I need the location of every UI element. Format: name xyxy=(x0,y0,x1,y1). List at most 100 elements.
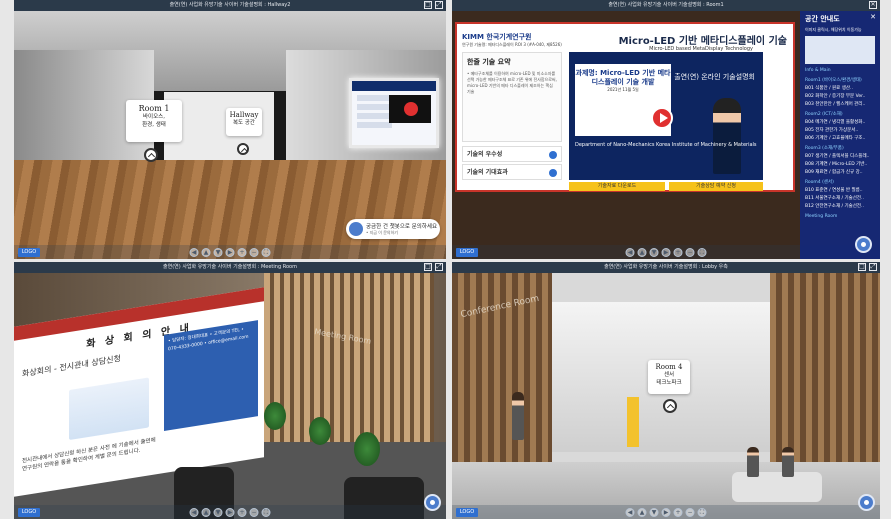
nav-up-icon[interactable]: ▲ xyxy=(201,508,211,517)
lobby-pane: 출연(연) 사업화 유망기술 사이버 기술설명회 : Lobby 우측 □ ⤢ C… xyxy=(452,262,880,519)
panel-item[interactable]: Meeting Room xyxy=(800,213,880,221)
expand-icon[interactable]: ⤢ xyxy=(435,263,443,271)
panel-hint: 이미지 클릭시, 해당위치 이동가능 xyxy=(805,27,862,32)
fullscreen-icon[interactable]: □ xyxy=(858,263,866,271)
zoom-out-icon[interactable]: − xyxy=(685,248,695,257)
consult-button[interactable]: 기술상담 예약 신청 xyxy=(669,182,763,191)
play-icon[interactable] xyxy=(651,107,673,129)
nav-left-icon[interactable]: ◀ xyxy=(625,248,635,257)
close-icon[interactable]: ✕ xyxy=(869,1,877,9)
nav-down-icon[interactable]: ▼ xyxy=(213,508,223,517)
wood-slat-wall xyxy=(264,273,434,453)
quad-screenshot: 출연(연) 사업화 유망기술 사이버 기술설명회 : Hallway2 □ ⤢ R… xyxy=(0,0,891,519)
sofa xyxy=(732,472,822,502)
panel-item[interactable]: B01 식품안 / 원료 생산.. xyxy=(800,85,880,93)
plus-icon[interactable] xyxy=(549,151,557,159)
chatbot-message: 궁금한 건 챗봇으로 문의하세요 xyxy=(366,224,438,230)
panel-item[interactable]: B05 전자 관한가 가상문서.. xyxy=(800,127,880,135)
room4-sign[interactable]: Room 4 센서 테크노파크 xyxy=(648,360,690,394)
chatbot-pill[interactable]: 궁금한 건 챗봇으로 문의하세요 • 지금 이 문의하기 xyxy=(346,219,440,239)
nav-left-icon[interactable]: ◀ xyxy=(189,508,199,517)
panel-item[interactable]: B02 화학안 / 증기장 부문 Ver.. xyxy=(800,93,880,101)
play-icon[interactable] xyxy=(389,95,431,123)
video-slide-date: 2021년 11월 5일 xyxy=(607,87,639,92)
nav-down-icon[interactable]: ▼ xyxy=(649,248,659,257)
panel-item[interactable]: B10 표준연 / 연성물 반 필름.. xyxy=(800,187,880,195)
presentation-video[interactable]: 과제명: Micro-LED 기반 메타 디스플레이 기술 개발 2021년 1… xyxy=(569,52,763,180)
room1-title: Room 1 xyxy=(138,104,170,113)
help-icon[interactable] xyxy=(424,494,441,511)
hallway-line: 복도 공간 xyxy=(233,120,255,126)
panel-item[interactable]: B08 기계연 / Micro-LED 기반.. xyxy=(800,161,880,169)
nav-right-icon[interactable]: ▶ xyxy=(225,508,235,517)
fullscreen-toggle-icon[interactable]: ⛶ xyxy=(697,248,707,257)
expand-icon[interactable]: ⤢ xyxy=(869,263,877,271)
accordion-effect[interactable]: 기술의 기대효과 xyxy=(462,164,562,180)
nav-right-icon[interactable]: ▶ xyxy=(661,248,671,257)
zoom-out-icon[interactable]: − xyxy=(685,508,695,517)
hallway-sign[interactable]: Hallway 복도 공간 xyxy=(226,108,262,136)
panel-item[interactable]: B12 안전연구소재 / 기술선전.. xyxy=(800,203,880,211)
plus-icon[interactable] xyxy=(549,169,557,177)
contact-box: • 담당자: 정대희대표 • 고객문의 TEL • 070-4333-0000 … xyxy=(164,320,258,432)
floor-map[interactable] xyxy=(805,36,875,64)
room1-hotspot-icon[interactable] xyxy=(144,148,158,162)
accordion-excellence[interactable]: 기술의 우수성 xyxy=(462,146,562,162)
nav-up-icon[interactable]: ▲ xyxy=(201,248,211,257)
zoom-in-icon[interactable]: + xyxy=(237,508,247,517)
panel-item[interactable]: Room1 (바이오스/환경/생태) xyxy=(800,77,880,85)
corner-logo: LOGO xyxy=(456,248,478,257)
fullscreen-toggle-icon[interactable]: ⛶ xyxy=(261,248,271,257)
hallway-hotspot-icon[interactable] xyxy=(237,143,249,155)
nav-down-icon[interactable]: ▼ xyxy=(649,508,659,517)
panel-item[interactable]: B04 메가연 / 냉각열 을활성화.. xyxy=(800,119,880,127)
zoom-out-icon[interactable]: − xyxy=(249,248,259,257)
panel-item[interactable]: B09 재료연 / 합금가 신규 강.. xyxy=(800,169,880,177)
nav-right-icon[interactable]: ▶ xyxy=(225,248,235,257)
chatbot-sub: • 지금 이 문의하기 xyxy=(366,230,398,235)
bottom-toolbar: LOGO ◀ ▲ ▼ ▶ + − ⛶ xyxy=(452,505,880,519)
fullscreen-icon[interactable]: □ xyxy=(424,1,432,9)
zoom-in-icon[interactable]: + xyxy=(673,248,683,257)
panel-item[interactable]: B03 천안한안 / 헬스케어 관리.. xyxy=(800,101,880,109)
exhibit-screen: KIMM 한국기계연구원 연구원 기술명: 메타디스플레이 ROI 3 (#A-… xyxy=(455,22,795,192)
fullscreen-icon[interactable]: □ xyxy=(424,263,432,271)
corner-logo: LOGO xyxy=(456,508,478,517)
panel-item[interactable]: Room2 (ICT/소재) xyxy=(800,111,880,119)
nav-left-icon[interactable]: ◀ xyxy=(189,248,199,257)
download-button[interactable]: 기술자료 다운로드 xyxy=(569,182,665,191)
help-icon[interactable] xyxy=(858,494,875,511)
panel-item[interactable]: B07 생기연 / 플렉서블 디스플레.. xyxy=(800,153,880,161)
panel-close-icon[interactable]: ✕ xyxy=(870,13,876,21)
panel-item[interactable]: B11 서울연구소재 / 기술선전.. xyxy=(800,195,880,203)
exhibit-poster[interactable] xyxy=(349,78,439,148)
nav-up-icon[interactable]: ▲ xyxy=(637,508,647,517)
nav-down-icon[interactable]: ▼ xyxy=(213,248,223,257)
nav-up-icon[interactable]: ▲ xyxy=(637,248,647,257)
panel-item[interactable]: Room3 (소재/부품) xyxy=(800,145,880,153)
zoom-in-icon[interactable]: + xyxy=(237,248,247,257)
panel-item[interactable]: Info & Main xyxy=(800,67,880,75)
zoom-in-icon[interactable]: + xyxy=(673,508,683,517)
nav-right-icon[interactable]: ▶ xyxy=(661,508,671,517)
help-icon[interactable] xyxy=(855,236,872,253)
presenter-caption: 출연(연) 온라인 기술설명회 xyxy=(674,73,755,81)
room4-line-1: 센서 xyxy=(663,372,675,378)
person-figure xyxy=(747,447,759,477)
nav-left-icon[interactable]: ◀ xyxy=(625,508,635,517)
video-slide-title: 과제명: Micro-LED 기반 메타 디스플레이 기술 개발 xyxy=(575,69,671,86)
room1-sign[interactable]: Room 1 바이오스, 환경, 생태 xyxy=(126,100,182,142)
panel-item[interactable]: Room4 (센서) xyxy=(800,179,880,187)
panel-item[interactable]: B06 기계안 / 고효율메타 구조.. xyxy=(800,135,880,143)
panel-item-list: Info & Main Room1 (바이오스/환경/생태) B01 식품안 / 원… xyxy=(800,67,880,221)
fullscreen-toggle-icon[interactable]: ⛶ xyxy=(697,508,707,517)
fullscreen-toggle-icon[interactable]: ⛶ xyxy=(261,508,271,517)
org-info: 연구원 기술명: 메타디스플레이 ROI 3 (#A-040, 제8526) xyxy=(462,42,562,47)
room4-hotspot-icon[interactable] xyxy=(663,399,677,413)
window-title: 출연(연) 사업화 유망기술 사이버 기술설명회 : Meeting Room xyxy=(163,264,297,270)
window-title: 출연(연) 사업화 유망기술 사이버 기술설명회 : Room1 xyxy=(608,2,724,8)
summary-heading: 한줄 기술 요약 xyxy=(467,58,511,66)
expand-icon[interactable]: ⤢ xyxy=(435,1,443,9)
zoom-out-icon[interactable]: − xyxy=(249,508,259,517)
right-wood-wall xyxy=(770,273,880,473)
